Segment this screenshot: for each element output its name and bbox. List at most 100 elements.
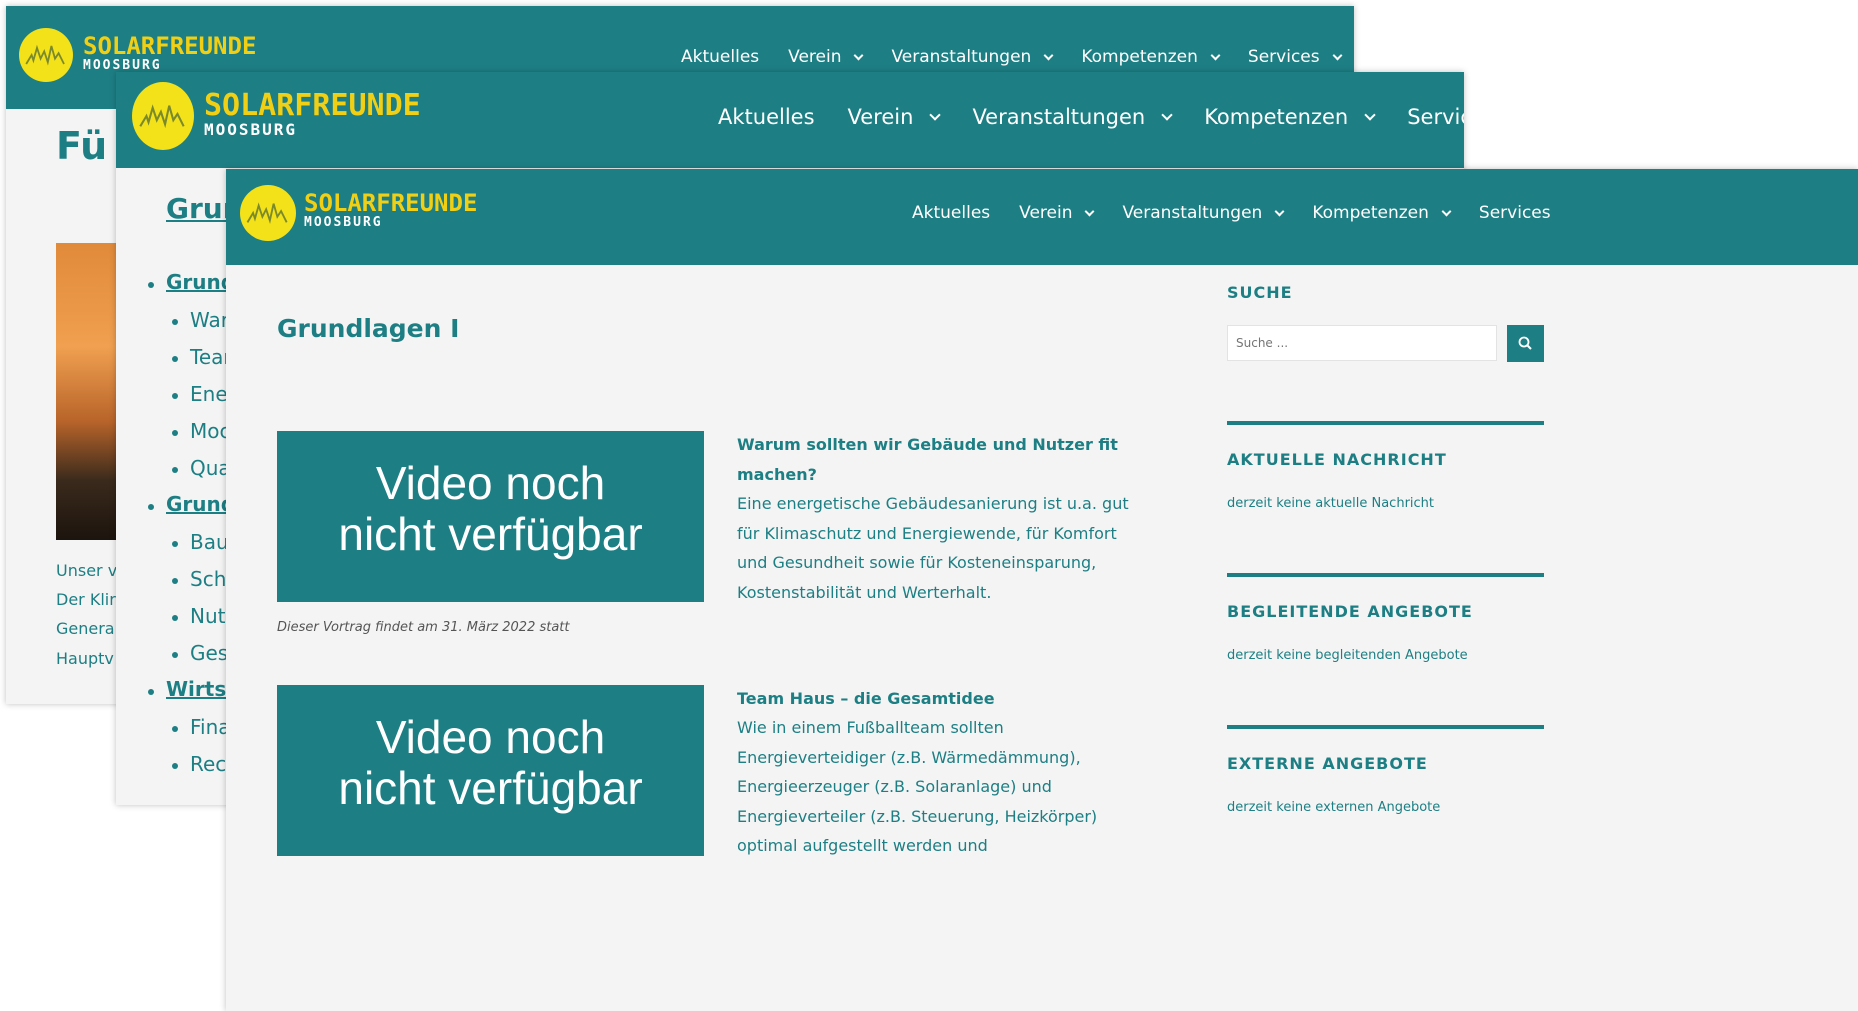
logo-sun-icon (240, 185, 296, 241)
list-bullet (172, 430, 178, 436)
divider (1227, 573, 1544, 577)
offers-text: derzeit keine begleitenden Angebote (1227, 648, 1468, 663)
nav-label: Aktuelles (681, 47, 760, 67)
logo-line2: MOOSBURG (83, 58, 162, 73)
article-title[interactable]: Team Haus – die Gesamtidee (737, 689, 995, 708)
chevron-down-icon (1274, 206, 1285, 216)
chevron-down-icon (854, 50, 864, 60)
main-nav: Aktuelles Verein Veranstaltungen Kompete… (718, 102, 1464, 132)
chevron-down-icon (929, 108, 942, 121)
chevron-down-icon (1364, 108, 1376, 121)
divider (1227, 725, 1544, 729)
site-logo[interactable]: SOLARFREUNDE MOOSBURG (240, 185, 520, 245)
video-placeholder-line: Video noch (375, 457, 606, 509)
search-icon (1518, 336, 1532, 350)
article-text: für Klimaschutz und Energiewende, für Ko… (737, 524, 1117, 543)
chevron-down-icon (1210, 50, 1221, 60)
list-bullet (172, 578, 178, 584)
nav-verein[interactable]: Verein (1019, 203, 1095, 223)
nav-aktuelles[interactable]: Aktuelles (912, 203, 990, 223)
chevron-down-icon (1441, 206, 1452, 216)
list-item[interactable]: Wirts (166, 677, 226, 701)
list-item[interactable]: War (190, 308, 229, 332)
nav-kompetenzen[interactable]: Kompetenzen (1312, 203, 1452, 223)
external-text: derzeit keine externen Angebote (1227, 800, 1441, 815)
article-text: optimal aufgestellt werden und (737, 836, 988, 855)
caption-line: Der Klir (56, 590, 116, 609)
nav-veranstaltungen[interactable]: Veranstaltungen (1122, 203, 1285, 223)
video-note: Dieser Vortrag findet am 31. März 2022 s… (277, 620, 570, 635)
logo-line2: MOOSBURG (304, 215, 383, 230)
logo-line1: SOLARFREUNDE (204, 88, 421, 123)
article-title[interactable]: Warum sollten wir Gebäude und Nutzer fit (737, 435, 1118, 454)
site-logo[interactable]: SOLARFREUNDE MOOSBURG (132, 82, 432, 162)
list-item[interactable]: Fina (190, 715, 231, 739)
article-text: Kostenstabilität und Werterhalt. (737, 583, 992, 602)
search-input[interactable] (1227, 325, 1497, 361)
article-text: Energieverteidiger (z.B. Wärmedämmung), (737, 748, 1081, 767)
header-bar: SOLARFREUNDE MOOSBURG Aktuelles Verein V… (116, 72, 1464, 168)
list-bullet (172, 763, 178, 769)
search-heading: SUCHE (1227, 283, 1293, 302)
nav-label: Services (1478, 203, 1551, 223)
list-item[interactable]: Grund (166, 492, 235, 516)
chevron-down-icon (1161, 108, 1173, 121)
nav-verein[interactable]: Verein (788, 47, 864, 67)
nav-kompetenzen[interactable]: Kompetenzen (1081, 47, 1221, 67)
list-item[interactable]: Grund (166, 270, 235, 294)
nav-verein[interactable]: Verein (848, 105, 942, 129)
nav-kompetenzen[interactable]: Kompetenzen (1204, 105, 1376, 129)
list-item[interactable]: Bau (190, 530, 229, 554)
video-placeholder[interactable]: Video noch nicht verfügbar (277, 431, 704, 602)
list-item[interactable]: Rec (190, 752, 226, 776)
logo-line1: SOLARFREUNDE (83, 32, 257, 60)
list-item[interactable]: Nut (190, 604, 225, 628)
nav-label: Veranstaltungen (1122, 203, 1263, 223)
nav-veranstaltungen[interactable]: Veranstaltungen (972, 105, 1173, 129)
list-bullet (148, 282, 154, 288)
nav-aktuelles[interactable]: Aktuelles (681, 47, 759, 67)
logo-line2: MOOSBURG (204, 120, 298, 139)
nav-label: Kompetenzen (1081, 47, 1198, 67)
video-placeholder-line: nicht verfügbar (338, 762, 643, 814)
nav-veranstaltungen[interactable]: Veranstaltungen (891, 47, 1054, 67)
list-item[interactable]: Qua (190, 456, 231, 480)
list-item[interactable]: Ene (190, 382, 228, 406)
article-title[interactable]: machen? (737, 465, 817, 484)
article-text: und Gesundheit sowie für Kosteneinsparun… (737, 553, 1097, 572)
article-text: Wie in einem Fußballteam sollten (737, 718, 1004, 737)
nav-label: Verein (1019, 203, 1073, 223)
list-bullet (148, 689, 154, 695)
list-item[interactable]: Ges (190, 641, 228, 665)
nav-label: Aktuelles (912, 203, 991, 223)
list-item[interactable]: Moc (190, 419, 231, 443)
divider (1227, 421, 1544, 425)
nav-services[interactable]: Services (1479, 203, 1551, 223)
offers-heading: BEGLEITENDE ANGEBOTE (1227, 602, 1473, 621)
nav-aktuelles[interactable]: Aktuelles (718, 105, 815, 129)
video-placeholder-line: nicht verfügbar (338, 508, 643, 560)
news-text: derzeit keine aktuelle Nachricht (1227, 496, 1435, 511)
list-item[interactable]: Sch (190, 567, 226, 591)
search-button[interactable] (1507, 325, 1544, 362)
header-bar: SOLARFREUNDE MOOSBURG Aktuelles Verein V… (226, 169, 1858, 265)
video-placeholder[interactable]: Video noch nicht verfügbar (277, 685, 704, 856)
nav-label: Veranstaltungen (891, 47, 1032, 67)
caption-line: Genera (56, 619, 115, 638)
list-bullet (172, 467, 178, 473)
nav-services[interactable]: Services (1407, 105, 1464, 129)
external-heading: EXTERNE ANGEBOTE (1227, 754, 1428, 773)
nav-label: Services (1247, 47, 1320, 67)
caption-line: Hauptv (56, 649, 114, 668)
logo-sun-icon (19, 28, 73, 82)
caption-line: Unser v (56, 561, 118, 580)
nav-label: Services (1407, 105, 1464, 129)
news-heading: AKTUELLE NACHRICHT (1227, 450, 1447, 469)
list-bullet (172, 319, 178, 325)
list-bullet (172, 726, 178, 732)
nav-services[interactable]: Services (1247, 47, 1343, 67)
nav-label: Kompetenzen (1312, 203, 1429, 223)
window-front: SOLARFREUNDE MOOSBURG Aktuelles Verein V… (226, 169, 1858, 1011)
chevron-down-icon (1043, 50, 1054, 60)
list-bullet (148, 504, 154, 510)
